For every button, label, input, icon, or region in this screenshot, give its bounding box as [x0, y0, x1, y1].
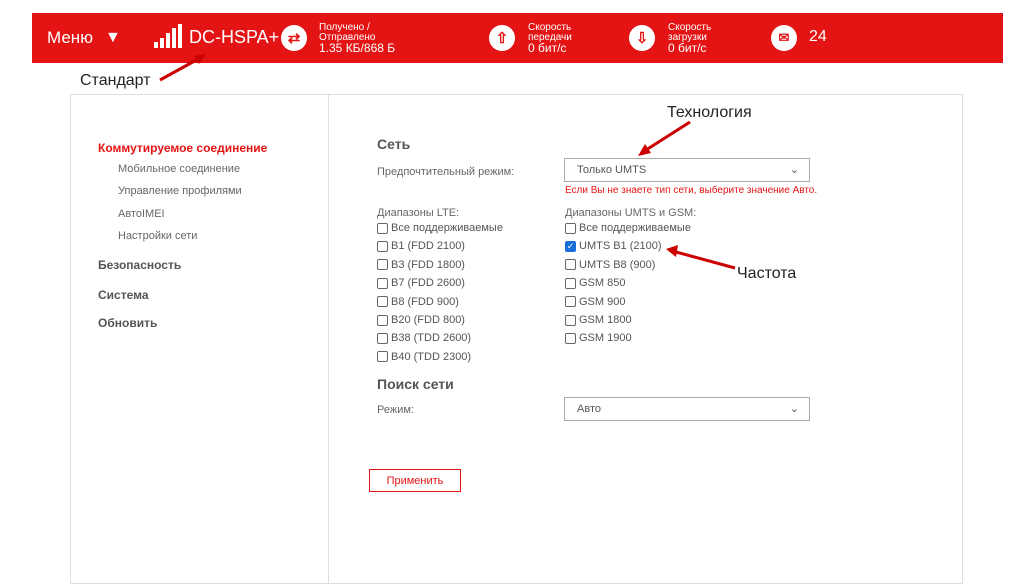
chevron-down-icon: ⌄: [789, 403, 799, 415]
apply-button[interactable]: Применить: [369, 469, 461, 492]
checkbox-icon[interactable]: [377, 296, 388, 308]
chevron-down-icon: ⌄: [789, 164, 799, 176]
band-label: GSM 900: [579, 295, 626, 308]
band-label: GSM 1800: [579, 314, 632, 326]
sidebar-item-security[interactable]: Безопасность: [98, 258, 181, 272]
sidebar-item-mobile-connection[interactable]: Мобильное соединение: [118, 163, 240, 175]
band-checkbox[interactable]: Все поддерживаемые: [565, 222, 691, 234]
checkbox-icon[interactable]: [565, 259, 576, 271]
checkbox-icon[interactable]: [377, 351, 388, 363]
checkbox-icon[interactable]: [565, 296, 576, 308]
sidebar-item-system[interactable]: Система: [98, 288, 149, 302]
band-checkbox[interactable]: B40 (TDD 2300): [377, 351, 471, 363]
band-label: UMTS B1 (2100): [579, 240, 662, 253]
band-label: Все поддерживаемые: [391, 222, 503, 234]
band-checkbox[interactable]: GSM 1800: [565, 314, 632, 326]
band-checkbox[interactable]: UMTS B8 (900): [565, 259, 655, 271]
sidebar-item-network-settings[interactable]: Настройки сети: [118, 230, 197, 242]
panel-divider: [328, 94, 329, 584]
band-label: B3 (FDD 1800): [391, 258, 465, 271]
band-checkbox[interactable]: ✓ UMTS B1 (2100): [565, 240, 662, 252]
band-label: B7 (FDD 2600): [391, 277, 465, 290]
band-checkbox[interactable]: GSM 1900: [565, 332, 632, 344]
checkbox-icon[interactable]: [377, 259, 388, 271]
band-checkbox[interactable]: B20 (FDD 800): [377, 314, 465, 326]
checkbox-icon[interactable]: [377, 277, 388, 289]
band-label: GSM 1900: [579, 332, 632, 345]
checkbox-checked-icon[interactable]: ✓: [565, 240, 576, 252]
band-label: B20 (FDD 800): [391, 314, 465, 326]
lte-bands-title: Диапазоны LTE:: [377, 207, 460, 219]
band-checkbox[interactable]: B1 (FDD 2100): [377, 240, 465, 252]
network-section-title: Сеть: [377, 136, 411, 152]
preferred-mode-select[interactable]: Только UMTS ⌄: [564, 158, 810, 182]
band-checkbox[interactable]: B8 (FDD 900): [377, 296, 459, 308]
band-label: B38 (TDD 2600): [391, 332, 472, 345]
band-checkbox[interactable]: B3 (FDD 1800): [377, 259, 465, 271]
search-mode-label: Режим:: [377, 404, 414, 416]
band-checkbox[interactable]: GSM 900: [565, 296, 625, 308]
band-checkbox[interactable]: B7 (FDD 2600): [377, 277, 465, 289]
checkbox-icon[interactable]: [377, 222, 388, 234]
checkbox-icon[interactable]: [377, 240, 388, 252]
sidebar-item-dialup[interactable]: Коммутируемое соединение: [98, 141, 267, 155]
band-label: Все поддерживаемые: [579, 222, 691, 234]
checkbox-icon[interactable]: [377, 332, 388, 344]
preferred-mode-label: Предпочтительный режим:: [377, 166, 515, 178]
sidebar-item-profile-management[interactable]: Управление профилями: [118, 185, 242, 197]
checkbox-icon[interactable]: [565, 277, 576, 289]
checkbox-icon[interactable]: [565, 314, 576, 326]
checkbox-icon[interactable]: [377, 314, 388, 326]
band-label: B8 (FDD 900): [391, 295, 459, 308]
band-checkbox[interactable]: Все поддерживаемые: [377, 222, 503, 234]
sidebar-item-autoimei[interactable]: AвтоIMEI: [118, 208, 165, 220]
band-label: GSM 850: [579, 277, 626, 290]
network-search-title: Поиск сети: [377, 376, 454, 392]
band-label: B1 (FDD 2100): [391, 240, 465, 253]
search-mode-select[interactable]: Авто ⌄: [564, 397, 810, 421]
band-checkbox[interactable]: B38 (TDD 2600): [377, 332, 471, 344]
sidebar-item-update[interactable]: Обновить: [98, 316, 157, 330]
checkbox-icon[interactable]: [565, 332, 576, 344]
checkbox-icon[interactable]: [565, 222, 576, 234]
band-label: B40 (TDD 2300): [391, 350, 472, 363]
umts-bands-title: Диапазоны UMTS и GSM:: [565, 207, 697, 219]
network-warning: Если Вы не знаете тип сети, выберите зна…: [565, 185, 818, 196]
band-checkbox[interactable]: GSM 850: [565, 277, 625, 289]
band-label: UMTS B8 (900): [579, 258, 656, 271]
